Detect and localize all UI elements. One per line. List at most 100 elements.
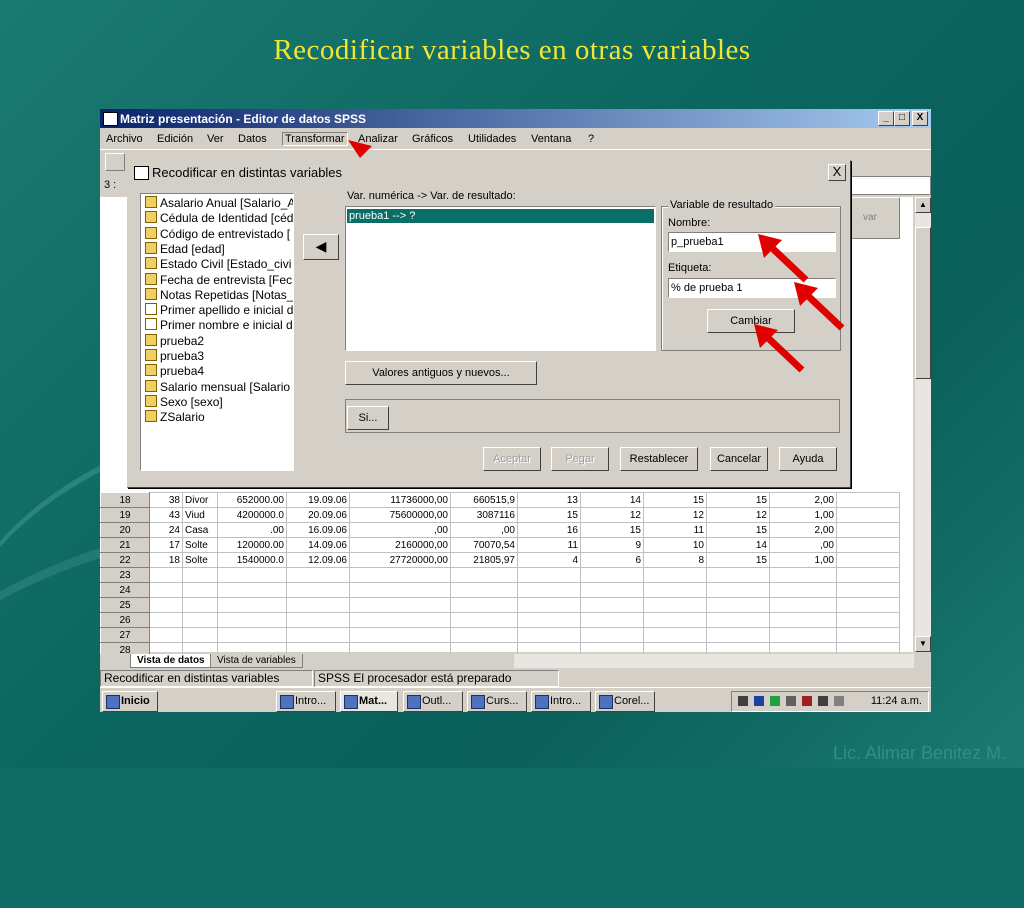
tray-app-icon[interactable] — [770, 696, 780, 706]
gear-icon[interactable] — [834, 696, 844, 706]
table-cell[interactable] — [149, 597, 183, 613]
table-cell[interactable]: 15 — [706, 522, 770, 538]
minimize-button[interactable]: _ — [878, 111, 894, 126]
close-button[interactable]: X — [912, 111, 928, 126]
table-cell[interactable] — [182, 627, 218, 643]
table-row[interactable]: 27 — [100, 627, 900, 643]
table-cell[interactable] — [769, 627, 837, 643]
variable-list-item[interactable]: Código de entrevistado [ — [145, 226, 290, 242]
table-cell[interactable] — [349, 612, 451, 628]
taskbar-item[interactable]: Curs... — [467, 691, 527, 712]
table-cell[interactable] — [450, 612, 518, 628]
table-cell[interactable] — [580, 567, 644, 583]
table-cell[interactable] — [349, 627, 451, 643]
help-button[interactable]: Ayuda — [779, 447, 837, 471]
table-cell[interactable]: 660515,9 — [450, 492, 518, 508]
source-variable-list[interactable]: Asalario Anual [Salario_A Cédula de Ident… — [140, 193, 294, 471]
table-cell[interactable] — [836, 522, 900, 538]
table-cell[interactable]: 8 — [643, 552, 707, 568]
scroll-thumb[interactable] — [915, 227, 931, 379]
menu-utilidades[interactable]: Utilidades — [468, 133, 516, 145]
paste-button[interactable]: Pegar — [551, 447, 609, 471]
table-row[interactable]: 23 — [100, 567, 900, 583]
table-cell[interactable] — [517, 567, 581, 583]
table-cell[interactable]: ,00 — [349, 522, 451, 538]
row-header[interactable]: 22 — [100, 552, 150, 568]
table-cell[interactable] — [836, 552, 900, 568]
table-cell[interactable] — [450, 597, 518, 613]
table-cell[interactable]: 6 — [580, 552, 644, 568]
taskbar-item[interactable]: Intro... — [531, 691, 591, 712]
table-cell[interactable] — [580, 582, 644, 598]
table-row[interactable]: 26 — [100, 612, 900, 628]
variable-list-item[interactable]: Sexo [sexo] — [145, 394, 223, 410]
variable-list-item[interactable]: Primer nombre e inicial d — [145, 318, 293, 333]
table-cell[interactable]: 1,00 — [769, 507, 837, 523]
table-row[interactable]: 24 — [100, 582, 900, 598]
table-cell[interactable] — [580, 597, 644, 613]
table-cell[interactable]: 13 — [517, 492, 581, 508]
table-cell[interactable]: 652000.00 — [217, 492, 287, 508]
scroll-down-icon[interactable]: ▼ — [915, 636, 931, 652]
tab-data-view[interactable]: Vista de datos — [130, 654, 212, 668]
table-cell[interactable]: 2,00 — [769, 522, 837, 538]
table-cell[interactable] — [149, 627, 183, 643]
table-cell[interactable]: 38 — [149, 492, 183, 508]
table-cell[interactable]: 14.09.06 — [286, 537, 350, 553]
menu-ventana[interactable]: Ventana — [531, 133, 571, 145]
mapping-item-selected[interactable]: prueba1 --> ? — [347, 209, 654, 223]
table-cell[interactable]: 27720000,00 — [349, 552, 451, 568]
table-cell[interactable]: 11736000,00 — [349, 492, 451, 508]
variable-list-item[interactable]: Salario mensual [Salario — [145, 379, 290, 395]
row-header[interactable]: 27 — [100, 627, 150, 643]
table-cell[interactable] — [706, 597, 770, 613]
table-cell[interactable]: 9 — [580, 537, 644, 553]
table-cell[interactable]: 15 — [706, 552, 770, 568]
table-cell[interactable]: 12 — [643, 507, 707, 523]
table-cell[interactable]: Divor — [182, 492, 218, 508]
horizontal-scrollbar[interactable] — [514, 654, 914, 668]
table-cell[interactable] — [580, 612, 644, 628]
row-header[interactable]: 21 — [100, 537, 150, 553]
table-cell[interactable] — [349, 597, 451, 613]
table-cell[interactable] — [836, 597, 900, 613]
table-cell[interactable] — [517, 612, 581, 628]
table-cell[interactable] — [836, 582, 900, 598]
variable-list-item[interactable]: Fecha de entrevista [Fec — [145, 272, 292, 288]
table-row[interactable]: 25 — [100, 597, 900, 613]
variable-list-item[interactable]: Cédula de Identidad [céd — [145, 211, 293, 226]
table-cell[interactable] — [769, 582, 837, 598]
table-cell[interactable] — [769, 597, 837, 613]
table-cell[interactable]: 19.09.06 — [286, 492, 350, 508]
table-cell[interactable] — [706, 567, 770, 583]
table-cell[interactable] — [217, 582, 287, 598]
table-cell[interactable]: 18 — [149, 552, 183, 568]
table-cell[interactable]: 2160000,00 — [349, 537, 451, 553]
table-cell[interactable] — [643, 612, 707, 628]
if-button[interactable]: Si... — [347, 406, 389, 430]
taskbar-item-active[interactable]: Mat... — [340, 691, 398, 712]
table-cell[interactable]: 11 — [517, 537, 581, 553]
start-button[interactable]: Inicio — [102, 691, 158, 712]
menu-datos[interactable]: Datos — [238, 133, 267, 145]
table-cell[interactable] — [450, 582, 518, 598]
row-header[interactable]: 19 — [100, 507, 150, 523]
table-cell[interactable] — [836, 627, 900, 643]
table-cell[interactable] — [217, 612, 287, 628]
table-row[interactable]: 20 24 Casa .00 16.09.06,00,00 16 15 11 15 2,00 — [100, 522, 900, 538]
table-cell[interactable] — [643, 567, 707, 583]
camera-icon[interactable] — [818, 696, 828, 706]
table-cell[interactable] — [836, 537, 900, 553]
table-cell[interactable]: 20.09.06 — [286, 507, 350, 523]
table-row[interactable]: 18 38 Divor 652000.00 19.09.06 11736000,00 660… — [100, 492, 900, 508]
row-header[interactable]: 18 — [100, 492, 150, 508]
open-folder-icon[interactable] — [105, 153, 125, 171]
menu-ver[interactable]: Ver — [207, 133, 224, 145]
table-cell[interactable] — [706, 612, 770, 628]
table-cell[interactable]: 4200000.0 — [217, 507, 287, 523]
mapping-list[interactable]: prueba1 --> ? — [345, 206, 656, 351]
table-cell[interactable] — [217, 567, 287, 583]
table-cell[interactable]: 24 — [149, 522, 183, 538]
table-cell[interactable]: 17 — [149, 537, 183, 553]
maximize-button[interactable]: □ — [894, 111, 910, 126]
